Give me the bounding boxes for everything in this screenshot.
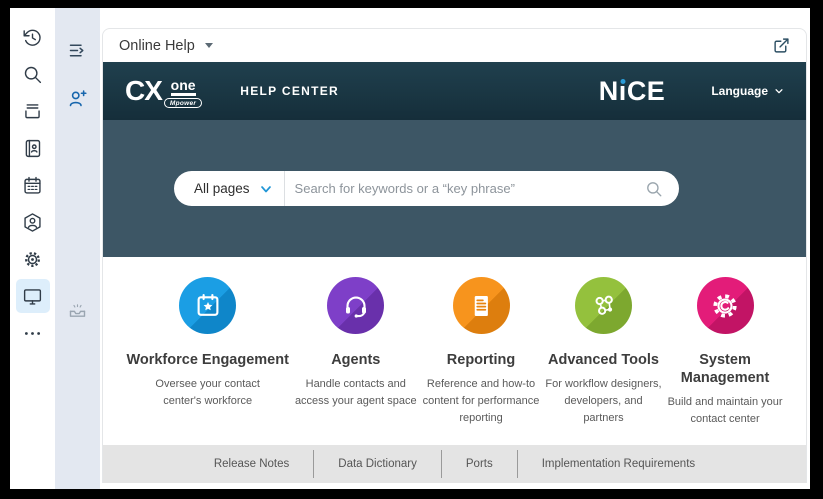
calendar-star-icon	[179, 277, 236, 334]
nice-n: N	[599, 78, 619, 105]
footer-link-data-dictionary[interactable]: Data Dictionary	[314, 458, 441, 470]
logo-cx-text: CX	[125, 77, 162, 105]
category-advanced-tools[interactable]: Advanced Tools For workflow designers,de…	[545, 277, 661, 427]
magnifier-icon[interactable]	[645, 180, 679, 198]
category-description: Reference and how-tocontent for performa…	[423, 376, 540, 427]
inbox-icon[interactable]	[62, 294, 94, 326]
left-icon-rail	[10, 8, 55, 489]
footer-link-ports[interactable]: Ports	[442, 458, 517, 470]
calendar-icon[interactable]	[16, 168, 50, 202]
language-dropdown[interactable]: Language	[711, 84, 784, 98]
user-badge-icon[interactable]	[16, 205, 50, 239]
more-ellipsis-icon[interactable]	[16, 316, 50, 350]
headset-icon	[327, 277, 384, 334]
category-description: For workflow designers,developers, andpa…	[545, 376, 661, 427]
page-title: Online Help	[119, 38, 195, 54]
search-scope-dropdown[interactable]: All pages	[174, 181, 284, 196]
chevron-down-icon	[774, 86, 784, 96]
category-title: Workforce Engagement	[126, 351, 289, 369]
category-tiles: Workforce Engagement Oversee your contac…	[103, 257, 806, 445]
nice-logo[interactable]: NıCE	[599, 78, 666, 105]
help-center-banner: CX one Mpower HELP CENTER NıCE Language	[103, 62, 806, 120]
footer-link-release-notes[interactable]: Release Notes	[190, 458, 313, 470]
category-description: Oversee your contactcenter's workforce	[155, 376, 260, 410]
gear-icon[interactable]	[16, 242, 50, 276]
category-description: Build and maintain yourcontact center	[668, 394, 783, 428]
nice-i-dot: ı	[619, 78, 627, 105]
search-input[interactable]	[285, 181, 645, 196]
category-system-management[interactable]: SystemManagement Build and maintain your…	[668, 277, 783, 428]
hero-section: All pages	[103, 120, 806, 257]
chevron-down-icon[interactable]	[205, 43, 213, 48]
workflow-nodes-icon	[575, 277, 632, 334]
help-center-label: HELP CENTER	[240, 84, 339, 98]
history-icon[interactable]	[16, 20, 50, 54]
category-workforce-engagement[interactable]: Workforce Engagement Oversee your contac…	[126, 277, 289, 410]
panel-toggle-icon[interactable]	[62, 34, 94, 66]
search-bar: All pages	[174, 171, 679, 206]
category-title: Agents	[331, 351, 380, 369]
category-title: SystemManagement	[681, 351, 770, 387]
cxone-mpower-logo[interactable]: CX one Mpower	[125, 76, 202, 106]
nice-ce: CE	[627, 78, 666, 105]
gear-wrench-icon	[697, 277, 754, 334]
footer-links-bar: Release Notes Data Dictionary Ports Impl…	[103, 445, 806, 483]
category-reporting[interactable]: Reporting Reference and how-tocontent fo…	[423, 277, 540, 427]
logo-one-text: one	[171, 78, 196, 96]
category-title: Advanced Tools	[548, 351, 659, 369]
printer-tray-icon[interactable]	[16, 94, 50, 128]
language-label: Language	[711, 84, 768, 98]
secondary-rail	[55, 8, 100, 489]
add-person-icon[interactable]	[62, 82, 94, 114]
category-title: Reporting	[447, 351, 515, 369]
external-link-icon[interactable]	[773, 37, 790, 54]
help-panel: Online Help CX one Mpower	[102, 28, 807, 483]
category-description: Handle contacts andaccess your agent spa…	[295, 376, 417, 410]
address-book-icon[interactable]	[16, 131, 50, 165]
search-icon[interactable]	[16, 57, 50, 91]
app-window: Online Help CX one Mpower	[10, 8, 810, 489]
main-area: Online Help CX one Mpower	[100, 8, 810, 489]
report-document-icon	[453, 277, 510, 334]
footer-link-implementation-requirements[interactable]: Implementation Requirements	[518, 458, 719, 470]
panel-header: Online Help	[103, 29, 806, 62]
logo-mpower-badge: Mpower	[164, 98, 202, 108]
monitor-icon[interactable]	[16, 279, 50, 313]
search-scope-label: All pages	[194, 181, 250, 196]
category-agents[interactable]: Agents Handle contacts andaccess your ag…	[295, 277, 417, 410]
chevron-down-icon	[260, 183, 272, 195]
